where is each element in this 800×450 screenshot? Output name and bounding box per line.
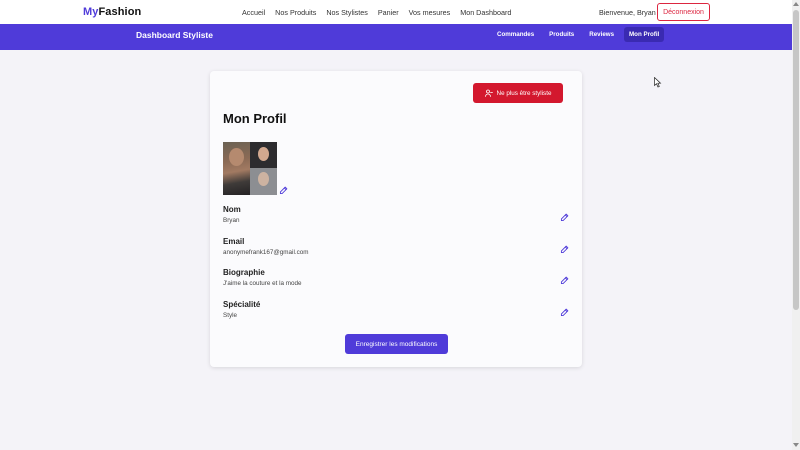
nav-link-accueil[interactable]: Accueil [242, 8, 265, 17]
scroll-down-arrow-icon[interactable] [793, 443, 799, 447]
pencil-icon[interactable] [560, 245, 569, 254]
field-nom: Nom Bryan [223, 205, 573, 224]
profile-photo [223, 142, 277, 195]
field-value: anonymefrank167@gmail.com [223, 249, 309, 256]
nav-link-panier[interactable]: Panier [378, 8, 399, 17]
scroll-thumb[interactable] [793, 10, 799, 310]
dashboard-bar: Dashboard Styliste Commandes Produits Re… [0, 24, 792, 50]
field-value: J'aime la couture et la mode [223, 280, 302, 287]
profile-photo-part-1 [223, 142, 250, 195]
logo-part-fashion: Fashion [98, 6, 142, 18]
stop-stylist-button[interactable]: Ne plus être styliste [473, 83, 563, 103]
field-value: Style [223, 312, 237, 319]
welcome-text: Bienvenue, Bryan [599, 8, 656, 17]
profile-photo-part-2 [250, 142, 277, 168]
page-scrollbar[interactable] [792, 0, 800, 450]
save-changes-button[interactable]: Enregistrer les modifications [345, 334, 448, 354]
field-biographie: Biographie J'aime la couture et la mode [223, 268, 573, 287]
tab-reviews[interactable]: Reviews [584, 27, 619, 42]
logo-part-my: My [83, 6, 99, 18]
dashboard-tabs: Commandes Produits Reviews Mon Profil [492, 27, 669, 42]
profile-card: Ne plus être styliste Mon Profil Nom Bry… [210, 71, 582, 367]
logout-button[interactable]: Déconnexion [657, 3, 710, 21]
tab-commandes[interactable]: Commandes [492, 27, 539, 42]
scroll-up-arrow-icon[interactable] [793, 2, 799, 6]
mouse-cursor-icon [654, 77, 662, 88]
main-nav-links: Accueil Nos Produits Nos Stylistes Panie… [242, 8, 521, 17]
pencil-icon[interactable] [560, 308, 569, 317]
top-navbar: MyFashion Accueil Nos Produits Nos Styli… [0, 0, 792, 24]
pencil-icon[interactable] [560, 276, 569, 285]
field-specialite: Spécialité Style [223, 300, 573, 319]
nav-link-stylistes[interactable]: Nos Stylistes [326, 8, 368, 17]
field-value: Bryan [223, 217, 240, 224]
tab-produits[interactable]: Produits [544, 27, 579, 42]
field-email: Email anonymefrank167@gmail.com [223, 237, 573, 256]
pencil-icon[interactable] [560, 213, 569, 222]
stop-stylist-label: Ne plus être styliste [496, 89, 552, 97]
brand-logo[interactable]: MyFashion [83, 6, 141, 18]
nav-link-mesures[interactable]: Vos mesures [409, 8, 451, 17]
field-label: Spécialité [223, 300, 261, 309]
page-title: Mon Profil [223, 111, 287, 126]
tab-mon-profil[interactable]: Mon Profil [624, 27, 665, 42]
field-label: Biographie [223, 268, 265, 277]
nav-link-produits[interactable]: Nos Produits [275, 8, 316, 17]
nav-link-dashboard[interactable]: Mon Dashboard [460, 8, 511, 17]
pencil-icon[interactable] [279, 186, 288, 195]
field-label: Email [223, 237, 245, 246]
user-minus-icon [484, 89, 493, 97]
profile-photo-part-3 [250, 168, 277, 195]
field-label: Nom [223, 205, 241, 214]
dashboard-title: Dashboard Styliste [136, 30, 213, 40]
